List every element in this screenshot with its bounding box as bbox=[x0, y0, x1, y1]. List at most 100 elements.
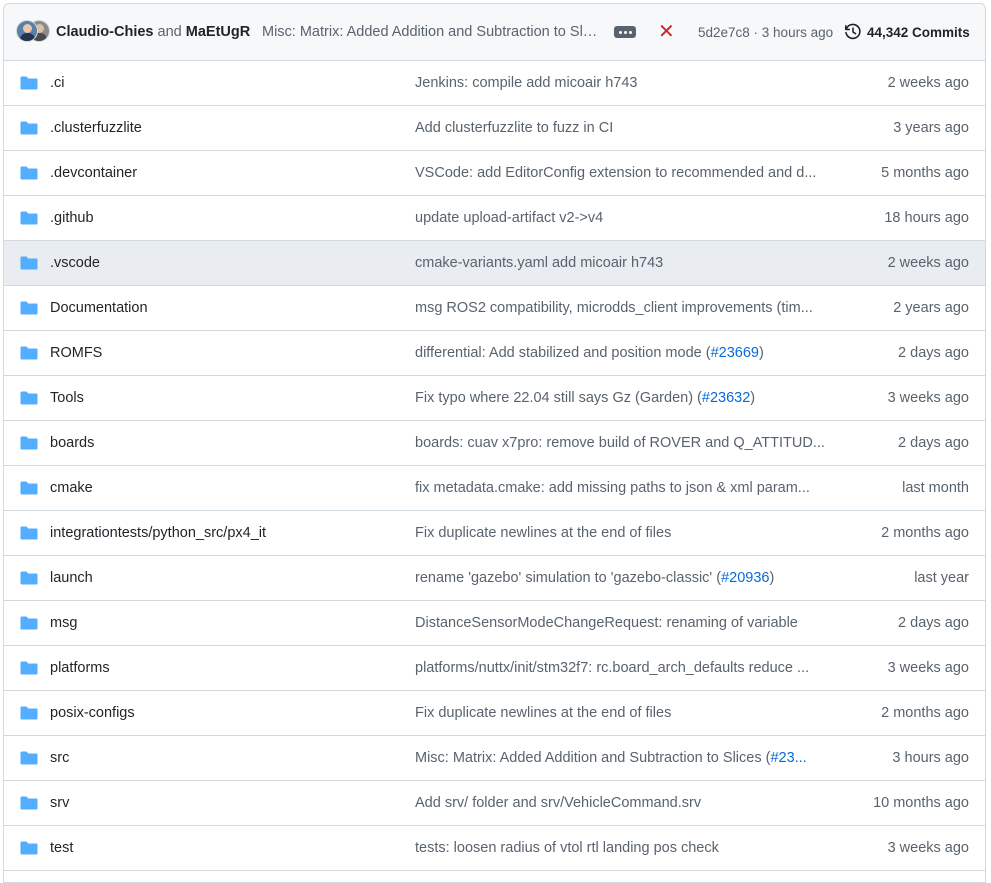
commit-age: last year bbox=[914, 570, 969, 586]
pull-request-link[interactable]: #23669 bbox=[711, 345, 759, 361]
commit-message-link[interactable]: differential: Add stabilized and positio… bbox=[415, 345, 839, 361]
table-row[interactable]: srv Add srv/ folder and srv/VehicleComman… bbox=[4, 781, 985, 826]
commit-age: 18 hours ago bbox=[884, 210, 969, 226]
table-row[interactable]: .clusterfuzzlite Add clusterfuzzlite to f… bbox=[4, 106, 985, 151]
commit-sha-time[interactable]: 5d2e7c8 · 3 hours ago bbox=[698, 25, 833, 40]
folder-icon bbox=[20, 706, 38, 720]
commit-message-link[interactable]: fix metadata.cmake: add missing paths to… bbox=[415, 480, 839, 496]
commit-message-text[interactable]: Misc: Matrix: Added Addition and Subtrac… bbox=[415, 750, 770, 766]
commit-message-link[interactable]: VSCode: add EditorConfig extension to re… bbox=[415, 165, 839, 181]
commit-message-text[interactable]: Fix duplicate newlines at the end of fil… bbox=[415, 525, 671, 541]
commit-message-link[interactable]: Fix typo where 22.04 still says Gz (Gard… bbox=[415, 390, 839, 406]
commit-message-link[interactable]: boards: cuav x7pro: remove build of ROVE… bbox=[415, 435, 839, 451]
file-name-link[interactable]: src bbox=[50, 750, 69, 766]
table-row[interactable]: .vscode cmake-variants.yaml add micoair h… bbox=[4, 241, 985, 286]
folder-icon bbox=[20, 121, 38, 135]
pull-request-link[interactable]: #23632 bbox=[702, 390, 750, 406]
file-name-link[interactable]: .vscode bbox=[50, 255, 100, 271]
file-name-link[interactable]: cmake bbox=[50, 480, 93, 496]
table-row[interactable]: platforms platforms/nuttx/init/stm32f7: r… bbox=[4, 646, 985, 691]
commit-message-link[interactable]: Jenkins: compile add micoair h743 bbox=[415, 75, 839, 91]
table-row[interactable]: Tools Fix typo where 22.04 still says Gz … bbox=[4, 376, 985, 421]
file-name-link[interactable]: .ci bbox=[50, 75, 65, 91]
commit-message-text[interactable]: Add srv/ folder and srv/VehicleCommand.s… bbox=[415, 795, 701, 811]
avatar[interactable] bbox=[16, 20, 38, 42]
commit-message-link[interactable]: cmake-variants.yaml add micoair h743 bbox=[415, 255, 839, 271]
commit-message-link[interactable]: DistanceSensorModeChangeRequest: renamin… bbox=[415, 615, 839, 631]
file-name-link[interactable]: platforms bbox=[50, 660, 110, 676]
author-link[interactable]: Claudio-Chies bbox=[56, 24, 153, 40]
commit-message-link[interactable]: rename 'gazebo' simulation to 'gazebo-cl… bbox=[415, 570, 839, 586]
latest-commit-message[interactable]: Misc: Matrix: Added Addition and Subtrac… bbox=[262, 24, 598, 40]
table-row[interactable]: Documentation msg ROS2 compatibility, mic… bbox=[4, 286, 985, 331]
commit-message-link[interactable]: update upload-artifact v2->v4 bbox=[415, 210, 839, 226]
commit-message-text[interactable]: msg ROS2 compatibility, microdds_client … bbox=[415, 300, 813, 316]
commit-message-suffix[interactable]: ) bbox=[750, 390, 755, 406]
table-row[interactable]: .github update upload-artifact v2->v4 18 h… bbox=[4, 196, 985, 241]
table-row[interactable]: .devcontainer VSCode: add EditorConfig ex… bbox=[4, 151, 985, 196]
commit-message-link[interactable]: msg ROS2 compatibility, microdds_client … bbox=[415, 300, 839, 316]
file-name-link[interactable]: msg bbox=[50, 615, 77, 631]
file-name-link[interactable]: boards bbox=[50, 435, 94, 451]
commit-message-text[interactable]: differential: Add stabilized and positio… bbox=[415, 345, 711, 361]
file-name-link[interactable]: integrationtests/python_src/px4_it bbox=[50, 525, 266, 541]
commits-history-link[interactable]: 44,342 Commits bbox=[844, 23, 970, 41]
file-name-link[interactable]: Documentation bbox=[50, 300, 148, 316]
commit-message-text[interactable]: cmake-variants.yaml add micoair h743 bbox=[415, 255, 663, 271]
commit-message-text[interactable]: Fix duplicate newlines at the end of fil… bbox=[415, 705, 671, 721]
table-row[interactable]: test tests: loosen radius of vtol rtl lan… bbox=[4, 826, 985, 871]
table-row[interactable]: msg DistanceSensorModeChangeRequest: rena… bbox=[4, 601, 985, 646]
check-failure-icon[interactable]: ✕ bbox=[658, 20, 675, 44]
file-name-link[interactable]: .clusterfuzzlite bbox=[50, 120, 142, 136]
commit-message-link[interactable]: platforms/nuttx/init/stm32f7: rc.board_a… bbox=[415, 660, 839, 676]
file-name-link[interactable]: .github bbox=[50, 210, 94, 226]
table-row[interactable]: posix-configs Fix duplicate newlines at t… bbox=[4, 691, 985, 736]
table-row[interactable]: launch rename 'gazebo' simulation to 'gaz… bbox=[4, 556, 985, 601]
commit-age: 5 months ago bbox=[881, 165, 969, 181]
file-name-link[interactable]: Tools bbox=[50, 390, 84, 406]
file-name-link[interactable]: srv bbox=[50, 795, 69, 811]
commit-message-link[interactable]: tests: loosen radius of vtol rtl landing… bbox=[415, 840, 839, 856]
table-row[interactable]: src Misc: Matrix: Added Addition and Subt… bbox=[4, 736, 985, 781]
table-row[interactable]: integrationtests/python_src/px4_it Fix du… bbox=[4, 511, 985, 556]
commit-age: 2 weeks ago bbox=[887, 255, 969, 271]
file-name-link[interactable]: launch bbox=[50, 570, 93, 586]
commit-message-suffix[interactable]: ) bbox=[759, 345, 764, 361]
commit-message-text[interactable]: DistanceSensorModeChangeRequest: renamin… bbox=[415, 615, 798, 631]
commit-message-text[interactable]: Fix typo where 22.04 still says Gz (Gard… bbox=[415, 390, 702, 406]
commit-message-suffix[interactable]: ) bbox=[769, 570, 774, 586]
table-row[interactable]: .ci Jenkins: compile add micoair h743 2 we… bbox=[4, 61, 985, 106]
file-name-link[interactable]: ROMFS bbox=[50, 345, 102, 361]
file-name-link[interactable]: test bbox=[50, 840, 73, 856]
table-row[interactable]: cmake fix metadata.cmake: add missing pat… bbox=[4, 466, 985, 511]
commit-message-text[interactable]: Jenkins: compile add micoair h743 bbox=[415, 75, 637, 91]
commit-message-text[interactable]: rename 'gazebo' simulation to 'gazebo-cl… bbox=[415, 570, 721, 586]
pull-request-link[interactable]: #20936 bbox=[721, 570, 769, 586]
history-icon bbox=[845, 23, 861, 40]
commit-message-text[interactable]: fix metadata.cmake: add missing paths to… bbox=[415, 480, 810, 496]
author-link[interactable]: MaEtUgR bbox=[186, 24, 250, 40]
file-name-link[interactable]: posix-configs bbox=[50, 705, 135, 721]
commit-message-text[interactable]: update upload-artifact v2->v4 bbox=[415, 210, 603, 226]
table-row[interactable]: ROMFS differential: Add stabilized and po… bbox=[4, 331, 985, 376]
commit-message-text[interactable]: boards: cuav x7pro: remove build of ROVE… bbox=[415, 435, 825, 451]
folder-icon bbox=[20, 391, 38, 405]
commit-message-text[interactable]: tests: loosen radius of vtol rtl landing… bbox=[415, 840, 719, 856]
commit-message-text[interactable]: VSCode: add EditorConfig extension to re… bbox=[415, 165, 816, 181]
folder-icon bbox=[20, 661, 38, 675]
commit-message-link[interactable]: Fix duplicate newlines at the end of fil… bbox=[415, 525, 839, 541]
commit-message-link[interactable]: Add clusterfuzzlite to fuzz in CI bbox=[415, 120, 839, 136]
pull-request-link[interactable]: #23... bbox=[770, 750, 806, 766]
commit-message-link[interactable]: Fix duplicate newlines at the end of fil… bbox=[415, 705, 839, 721]
commit-message-text[interactable]: platforms/nuttx/init/stm32f7: rc.board_a… bbox=[415, 660, 809, 676]
folder-icon bbox=[20, 571, 38, 585]
commit-message-link[interactable]: Misc: Matrix: Added Addition and Subtrac… bbox=[415, 750, 839, 766]
table-row[interactable]: boards boards: cuav x7pro: remove build o… bbox=[4, 421, 985, 466]
author-avatars[interactable] bbox=[16, 20, 52, 44]
commit-age: 3 hours ago bbox=[892, 750, 969, 766]
file-name-link[interactable]: .devcontainer bbox=[50, 165, 137, 181]
expand-commit-message-button[interactable] bbox=[614, 26, 636, 38]
commit-message-text[interactable]: Add clusterfuzzlite to fuzz in CI bbox=[415, 120, 613, 136]
commit-message-link[interactable]: Add srv/ folder and srv/VehicleCommand.s… bbox=[415, 795, 839, 811]
commit-age: 2 months ago bbox=[881, 525, 969, 541]
